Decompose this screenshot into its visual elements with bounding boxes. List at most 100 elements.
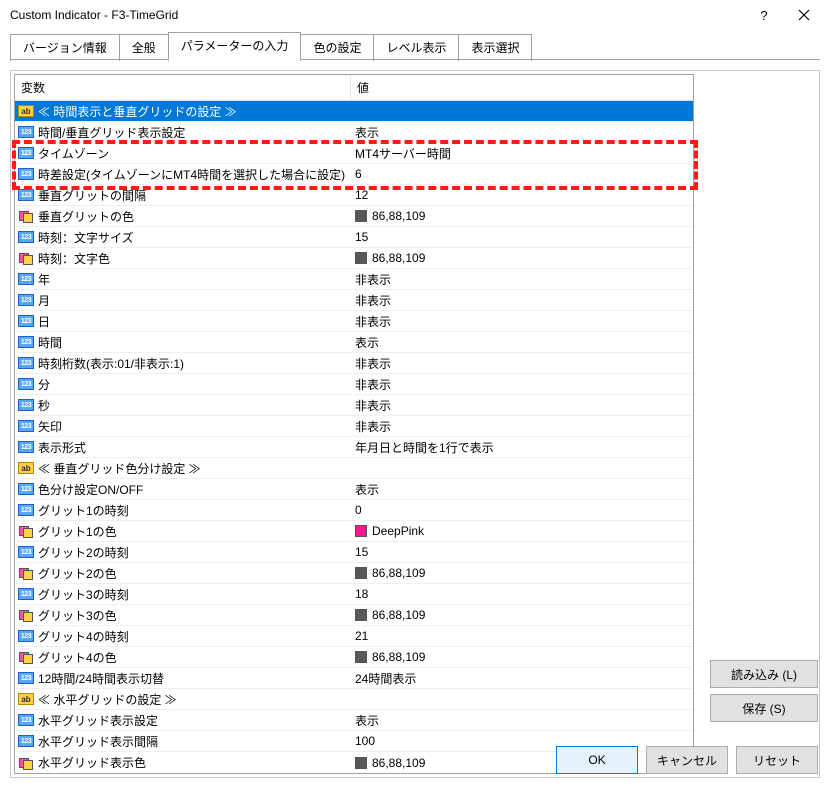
table-row[interactable]: グリット2の色 86,88,109: [15, 563, 693, 584]
table-row[interactable]: 123垂直グリットの間隔12: [15, 185, 693, 206]
cell-value[interactable]: 86,88,109: [351, 650, 693, 664]
tab-4[interactable]: レベル表示: [373, 34, 459, 61]
tab-3[interactable]: 色の設定: [300, 34, 374, 61]
table-row[interactable]: グリット3の色86,88,109: [15, 605, 693, 626]
table-row[interactable]: 123色分け設定ON/OFF表示: [15, 479, 693, 500]
cell-value[interactable]: 12: [351, 188, 693, 202]
cell-value[interactable]: 表示: [351, 712, 693, 729]
table-row[interactable]: 123グリット3の時刻18: [15, 584, 693, 605]
column-header-value[interactable]: 値: [351, 75, 693, 100]
cell-value[interactable]: 表示: [351, 124, 693, 141]
cell-variable: グリット4の色: [15, 649, 351, 666]
load-button[interactable]: 読み込み (L): [710, 660, 818, 688]
variable-name: 秒: [38, 397, 50, 414]
cell-value[interactable]: 年月日と時間を1行で表示: [351, 439, 693, 456]
reset-button[interactable]: リセット: [736, 746, 818, 774]
column-header-variable[interactable]: 変数: [15, 75, 351, 100]
table-row[interactable]: 123時差設定(タイムゾーンにMT4時間を選択した場合に設定)6: [15, 164, 693, 185]
cell-value[interactable]: 86,88,109: [351, 251, 693, 265]
cell-variable: 123色分け設定ON/OFF: [15, 481, 351, 498]
cancel-button[interactable]: キャンセル: [646, 746, 728, 774]
table-row[interactable]: グリット4の色86,88,109: [15, 647, 693, 668]
tab-5[interactable]: 表示選択: [458, 34, 532, 61]
variable-name: グリット2の色: [38, 565, 117, 582]
cell-value[interactable]: 表示: [351, 481, 693, 498]
table-row[interactable]: 123グリット4の時刻21: [15, 626, 693, 647]
value-text: 非表示: [355, 376, 391, 393]
table-row[interactable]: グリット1の色DeepPink: [15, 521, 693, 542]
cell-value[interactable]: 0: [351, 503, 693, 517]
cell-value[interactable]: DeepPink: [351, 524, 693, 538]
cell-value[interactable]: 86,88,109: [351, 209, 693, 223]
cell-value[interactable]: 21: [351, 629, 693, 643]
table-row[interactable]: 123グリット2の時刻15: [15, 542, 693, 563]
table-row[interactable]: 123時刻：文字サイズ15: [15, 227, 693, 248]
cell-value[interactable]: 非表示: [351, 418, 693, 435]
table-row[interactable]: 123時刻桁数(表示:01/非表示:1)非表示: [15, 353, 693, 374]
table-row[interactable]: 123矢印非表示: [15, 416, 693, 437]
tab-2[interactable]: パラメーターの入力: [168, 32, 302, 60]
cell-value[interactable]: 非表示: [351, 376, 693, 393]
cell-value[interactable]: 24時間表示: [351, 670, 693, 687]
value-text: 86,88,109: [372, 608, 425, 622]
type-color-icon: [18, 650, 34, 664]
cell-value[interactable]: 非表示: [351, 397, 693, 414]
cell-value[interactable]: 表示: [351, 334, 693, 351]
table-row[interactable]: ab≪ 水平グリッドの設定 ≫: [15, 689, 693, 710]
cell-variable: 垂直グリットの色: [15, 208, 351, 225]
parameter-table[interactable]: 変数 値 ab≪ 時間表示と垂直グリッドの設定 ≫123時間/垂直グリッド表示設…: [14, 74, 694, 774]
cell-variable: 123グリット1の時刻: [15, 502, 351, 519]
table-row[interactable]: 123タイムゾーンMT4サーバー時間: [15, 143, 693, 164]
cell-value[interactable]: MT4サーバー時間: [351, 145, 693, 162]
table-row[interactable]: 123グリット1の時刻0: [15, 500, 693, 521]
value-text: 非表示: [355, 271, 391, 288]
type-number-icon: 123: [18, 671, 34, 685]
save-button[interactable]: 保存 (S): [710, 694, 818, 722]
value-text: 表示: [355, 124, 379, 141]
tab-0[interactable]: バージョン情報: [10, 34, 120, 61]
cell-value[interactable]: 86,88,109: [351, 566, 693, 580]
cell-value[interactable]: 15: [351, 545, 693, 559]
type-string-icon: ab: [18, 692, 34, 706]
cell-value[interactable]: 非表示: [351, 271, 693, 288]
value-text: 86,88,109: [372, 566, 425, 580]
color-swatch: [355, 567, 367, 579]
cell-value[interactable]: 非表示: [351, 313, 693, 330]
help-button[interactable]: ?: [744, 1, 784, 29]
cell-variable: 123秒: [15, 397, 351, 414]
variable-name: 水平グリッド表示色: [38, 754, 146, 771]
tab-1[interactable]: 全般: [119, 34, 169, 61]
table-row[interactable]: 123 12時間/24時間表示切替 24時間表示: [15, 668, 693, 689]
table-row[interactable]: ab≪ 時間表示と垂直グリッドの設定 ≫: [15, 101, 693, 122]
close-button[interactable]: [784, 1, 824, 29]
table-row[interactable]: 123時間表示: [15, 332, 693, 353]
table-row[interactable]: 123秒非表示: [15, 395, 693, 416]
table-row[interactable]: 123時間/垂直グリッド表示設定表示: [15, 122, 693, 143]
variable-name: 表示形式: [38, 439, 86, 456]
ok-button[interactable]: OK: [556, 746, 638, 774]
value-text: 24時間表示: [355, 670, 416, 687]
cell-value[interactable]: 15: [351, 230, 693, 244]
table-row[interactable]: 123日非表示: [15, 311, 693, 332]
type-number-icon: 123: [18, 734, 34, 748]
table-row[interactable]: ab≪ 垂直グリッド色分け設定 ≫: [15, 458, 693, 479]
table-row[interactable]: 123分非表示: [15, 374, 693, 395]
cell-value[interactable]: 6: [351, 167, 693, 181]
table-row[interactable]: 123水平グリッド表示設定表示: [15, 710, 693, 731]
cell-value[interactable]: 18: [351, 587, 693, 601]
table-row[interactable]: 123月非表示: [15, 290, 693, 311]
cell-variable: 123グリット2の時刻: [15, 544, 351, 561]
cell-value[interactable]: 86,88,109: [351, 608, 693, 622]
cell-value[interactable]: 非表示: [351, 355, 693, 372]
type-number-icon: 123: [18, 503, 34, 517]
table-row[interactable]: 123表示形式年月日と時間を1行で表示: [15, 437, 693, 458]
cell-variable: 123分: [15, 376, 351, 393]
table-row[interactable]: 123年非表示: [15, 269, 693, 290]
variable-name: 時間: [38, 334, 62, 351]
value-text: 非表示: [355, 418, 391, 435]
table-row[interactable]: 時刻：文字色86,88,109: [15, 248, 693, 269]
cell-value[interactable]: 非表示: [351, 292, 693, 309]
variable-name: 12時間/24時間表示切替: [38, 670, 164, 687]
table-row[interactable]: 垂直グリットの色86,88,109: [15, 206, 693, 227]
variable-name: ≪ 垂直グリッド色分け設定 ≫: [38, 460, 201, 477]
